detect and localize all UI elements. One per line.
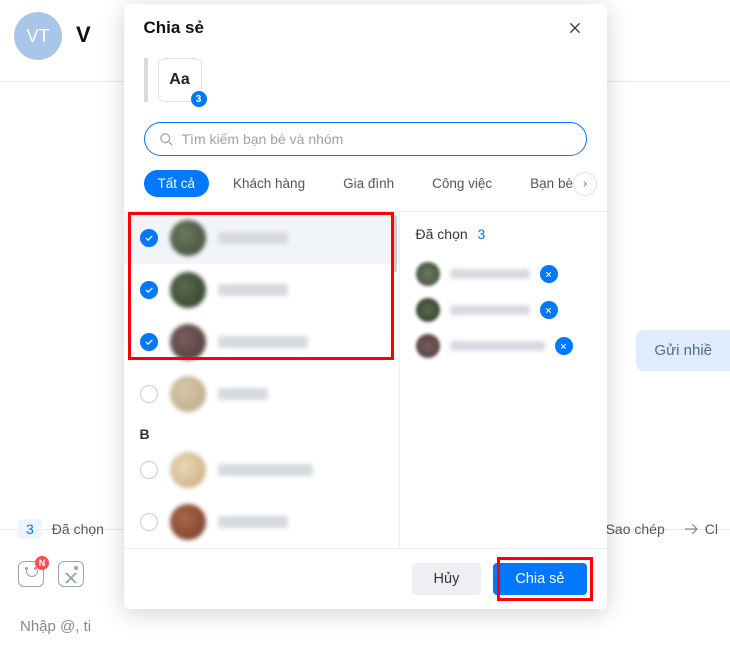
contact-row[interactable]	[124, 368, 399, 420]
search-wrapper	[124, 122, 607, 156]
checkbox-checked[interactable]	[140, 229, 158, 247]
selected-item	[416, 292, 591, 328]
contact-row[interactable]	[124, 496, 399, 548]
remove-selected-button[interactable]	[540, 265, 558, 283]
contact-name	[218, 232, 288, 244]
contact-name	[218, 284, 288, 296]
contact-avatar	[170, 452, 206, 488]
selected-name	[450, 269, 530, 279]
selected-panel: Đã chọn 3	[400, 212, 607, 548]
modal-overlay: Chia sẻ Aa 3 Tất cả Khách hàng Gia đình …	[0, 0, 730, 649]
selected-avatar	[416, 262, 440, 286]
modal-body: B Đã chọn 3	[124, 212, 607, 548]
contact-row[interactable]	[124, 316, 399, 368]
selected-count: 3	[478, 226, 486, 242]
contact-avatar	[170, 220, 206, 256]
checkbox-unchecked[interactable]	[140, 513, 158, 531]
filter-all[interactable]: Tất cả	[144, 170, 210, 197]
filter-reply[interactable]: Trả lời s	[597, 170, 607, 197]
close-icon	[567, 20, 583, 36]
search-input[interactable]	[182, 131, 572, 147]
selected-name	[450, 341, 545, 351]
remove-selected-button[interactable]	[555, 337, 573, 355]
message-preview-row: Aa 3	[124, 52, 607, 122]
checkbox-unchecked[interactable]	[140, 461, 158, 479]
close-button[interactable]	[563, 16, 587, 40]
text-format-icon[interactable]: Aa 3	[158, 58, 202, 102]
contact-name	[218, 464, 313, 476]
selected-name	[450, 305, 530, 315]
contact-name	[218, 336, 308, 348]
checkbox-checked[interactable]	[140, 281, 158, 299]
section-letter-b: B	[124, 420, 399, 444]
chevron-right-icon	[580, 179, 590, 189]
contact-list[interactable]: B	[124, 212, 400, 548]
attachment-count-badge: 3	[191, 91, 207, 107]
selected-avatar	[416, 298, 440, 322]
modal-title: Chia sẻ	[144, 18, 204, 38]
selected-item	[416, 328, 591, 364]
share-button[interactable]: Chia sẻ	[493, 563, 586, 595]
modal-header: Chia sẻ	[124, 4, 607, 52]
checkbox-checked[interactable]	[140, 333, 158, 351]
contact-name	[218, 516, 288, 528]
cancel-button[interactable]: Hủy	[412, 563, 482, 595]
filter-customers[interactable]: Khách hàng	[219, 170, 319, 197]
selected-heading: Đã chọn 3	[416, 226, 591, 242]
search-icon	[159, 132, 174, 147]
remove-selected-button[interactable]	[540, 301, 558, 319]
contact-avatar	[170, 272, 206, 308]
scrollbar[interactable]	[393, 216, 397, 272]
filter-work[interactable]: Công việc	[418, 170, 506, 197]
contact-avatar	[170, 324, 206, 360]
share-modal: Chia sẻ Aa 3 Tất cả Khách hàng Gia đình …	[124, 4, 607, 609]
contact-row[interactable]	[124, 212, 399, 264]
selected-item	[416, 256, 591, 292]
contact-avatar	[170, 376, 206, 412]
scroll-filters-right[interactable]	[573, 172, 597, 196]
filter-family[interactable]: Gia đình	[329, 170, 408, 197]
filter-chips: Tất cả Khách hàng Gia đình Công việc Bạn…	[124, 156, 607, 212]
selected-avatar	[416, 334, 440, 358]
modal-footer: Hủy Chia sẻ	[124, 548, 607, 609]
contact-name	[218, 388, 268, 400]
contact-row[interactable]	[124, 264, 399, 316]
contact-row[interactable]	[124, 444, 399, 496]
quote-bar	[144, 58, 148, 102]
checkbox-unchecked[interactable]	[140, 385, 158, 403]
contact-avatar	[170, 504, 206, 540]
search-box[interactable]	[144, 122, 587, 156]
